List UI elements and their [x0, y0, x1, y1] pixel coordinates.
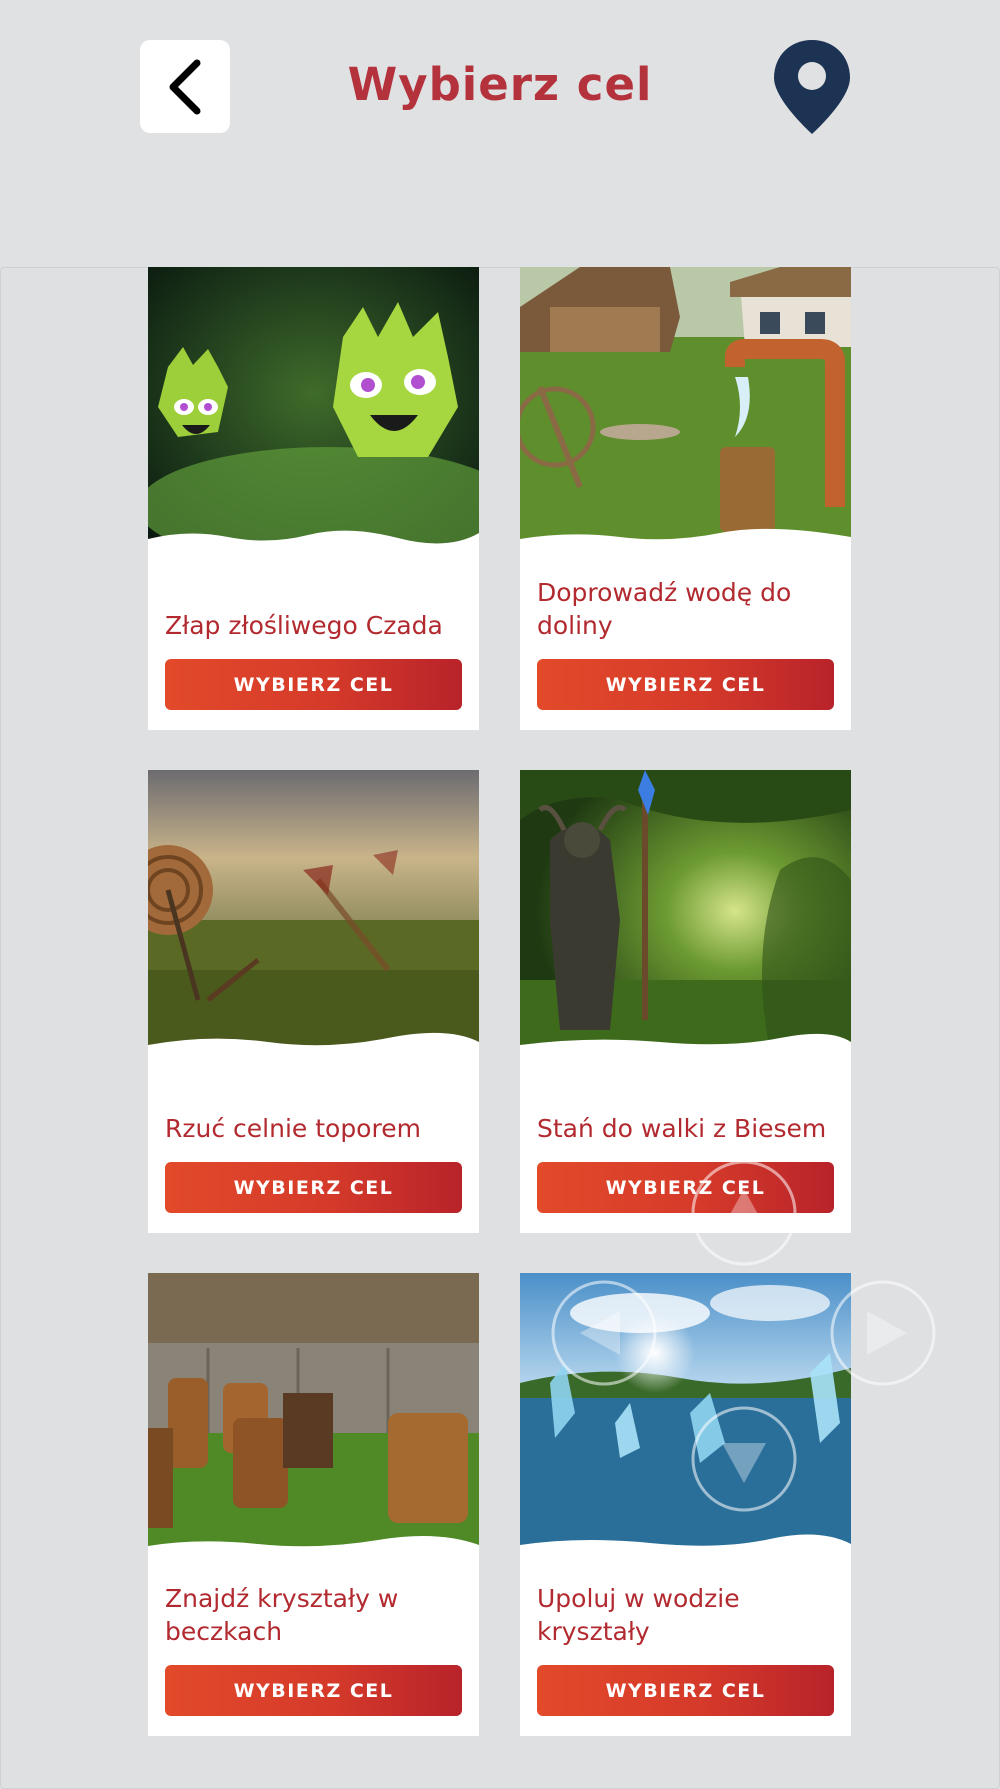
- chevron-left-icon: [169, 59, 201, 114]
- goal-image-forest-bies: [520, 770, 851, 1052]
- goal-card[interactable]: Doprowadź wodę do doliny WYBIERZ CEL: [520, 267, 851, 730]
- goal-title: Stań do walki z Biesem: [537, 1114, 827, 1143]
- goal-image-axe-target: [148, 770, 479, 1052]
- arrow-right-icon: [830, 1280, 936, 1386]
- select-goal-button[interactable]: WYBIERZ CEL: [165, 1162, 462, 1213]
- goal-card[interactable]: Złap złośliwego Czada WYBIERZ CEL: [148, 267, 479, 730]
- arrow-down-icon: [691, 1406, 797, 1512]
- arrow-left-icon: [551, 1280, 657, 1386]
- page-title: Wybierz cel: [347, 58, 653, 111]
- goal-title: Znajdź kryształy w beczkach: [165, 1584, 399, 1646]
- goal-card[interactable]: Znajdź kryształy w beczkach WYBIERZ CEL: [148, 1273, 479, 1736]
- nav-up-button[interactable]: [690, 1159, 798, 1267]
- goal-title: Złap złośliwego Czada: [165, 611, 443, 640]
- nav-right-button[interactable]: [829, 1279, 937, 1387]
- map-pin-icon: [774, 40, 850, 134]
- nav-down-button[interactable]: [690, 1405, 798, 1513]
- select-goal-button[interactable]: WYBIERZ CEL: [537, 1665, 834, 1716]
- goal-title: Rzuć celnie toporem: [165, 1114, 421, 1143]
- location-button[interactable]: [772, 38, 852, 136]
- goal-image-village-water: [520, 267, 851, 549]
- goal-image-barrels: [148, 1273, 479, 1555]
- goal-title: Doprowadź wodę do doliny: [537, 578, 792, 640]
- goal-card[interactable]: Stań do walki z Biesem WYBIERZ CEL: [520, 770, 851, 1233]
- select-goal-button[interactable]: WYBIERZ CEL: [537, 659, 834, 710]
- nav-left-button[interactable]: [550, 1279, 658, 1387]
- goal-image-green-ghosts: [148, 267, 479, 549]
- arrow-up-icon: [691, 1160, 797, 1266]
- goal-title: Upoluj w wodzie kryształy: [537, 1584, 740, 1646]
- select-goal-button[interactable]: WYBIERZ CEL: [165, 659, 462, 710]
- goal-card[interactable]: Rzuć celnie toporem WYBIERZ CEL: [148, 770, 479, 1233]
- header: Wybierz cel: [0, 0, 1000, 175]
- select-goal-button[interactable]: WYBIERZ CEL: [165, 1665, 462, 1716]
- back-button[interactable]: [140, 40, 230, 133]
